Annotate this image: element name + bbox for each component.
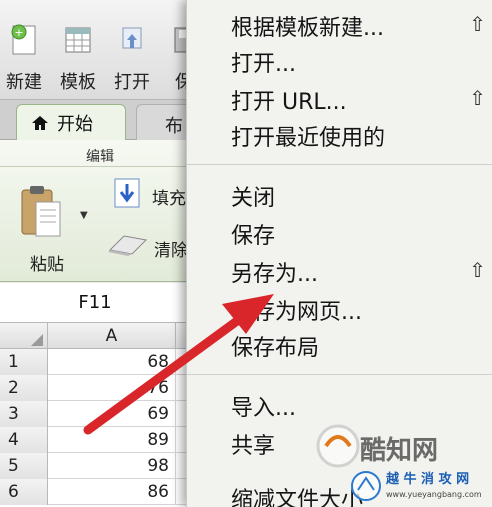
home-ribbon: 编辑 ▼ 粘贴 填充 清除	[0, 140, 200, 282]
edit-group-label: 编辑	[86, 149, 114, 165]
clear-label[interactable]: 清除	[154, 236, 188, 261]
paste-label: 粘贴	[30, 255, 64, 275]
template-button[interactable]: 模板	[56, 22, 100, 94]
select-all-corner[interactable]	[0, 323, 48, 349]
table-row: 2 76	[0, 375, 200, 401]
excel-window: + 新建 模板 打开 保 开始 布 编辑 ▼ 粘贴 填充 清除 F11 A 1 …	[0, 0, 200, 507]
spreadsheet-grid: A 1 68 2 76 3 69 4 89 5 98 6 86	[0, 323, 200, 507]
shift-shortcut-icon: ⇧	[469, 86, 486, 110]
menu-item-label: 导入...	[231, 396, 296, 421]
menu-item-label: 打开最近使用的	[231, 126, 386, 151]
paste-dropdown-icon[interactable]: ▼	[80, 210, 88, 221]
menu-item-share[interactable]: 共享	[231, 428, 275, 460]
file-menu: 根据模板新建... ⇧ 打开... 打开 URL... ⇧ 打开最近使用的 关闭…	[186, 0, 492, 507]
cell[interactable]: 76	[48, 375, 176, 401]
new-document-icon: +	[11, 24, 36, 55]
cell[interactable]: 69	[48, 401, 176, 427]
row-header[interactable]: 1	[0, 349, 48, 375]
fill-label[interactable]: 填充	[152, 184, 186, 209]
standard-toolbar: + 新建 模板 打开 保	[0, 0, 200, 100]
ribbon-tab-bar: 开始 布	[0, 100, 200, 140]
row-header[interactable]: 2	[0, 375, 48, 401]
menu-item-label: 根据模板新建...	[231, 16, 384, 41]
cell[interactable]: 89	[48, 427, 176, 453]
menu-item-new-from-template[interactable]: 根据模板新建...	[231, 10, 384, 42]
table-row: 1 68	[0, 349, 200, 375]
paste-clipboard-icon[interactable]	[16, 182, 64, 242]
menu-separator	[187, 374, 492, 375]
row-header[interactable]: 5	[0, 453, 48, 479]
column-header-row: A	[0, 323, 200, 349]
menu-item-close[interactable]: 关闭	[231, 180, 275, 212]
menu-item-label: 缩减文件大小	[231, 488, 364, 507]
menu-item-save-as[interactable]: 另存为...	[231, 256, 318, 288]
menu-item-open-url[interactable]: 打开 URL...	[231, 84, 347, 116]
template-label: 模板	[60, 72, 96, 93]
table-row: 6 86	[0, 479, 200, 505]
menu-item-label: 打开 URL...	[231, 90, 347, 115]
menu-item-label: 保存布局	[231, 336, 320, 361]
menu-item-reduce-file-size[interactable]: 缩减文件大小	[231, 482, 363, 507]
new-button[interactable]: + 新建	[2, 22, 46, 94]
shift-shortcut-icon: ⇧	[469, 258, 486, 282]
group-divider	[0, 166, 200, 167]
menu-item-open-recent[interactable]: 打开最近使用的	[231, 120, 385, 152]
svg-text:+: +	[14, 26, 23, 39]
cell[interactable]: 86	[48, 479, 176, 505]
tab-layout-label: 布	[165, 116, 183, 137]
row-header[interactable]: 3	[0, 401, 48, 427]
eraser-icon[interactable]	[106, 232, 150, 256]
home-icon	[32, 115, 48, 130]
menu-item-open[interactable]: 打开...	[231, 46, 296, 78]
fill-down-icon[interactable]	[114, 178, 140, 208]
name-box[interactable]: F11	[0, 283, 200, 323]
menu-item-label: 打开...	[231, 52, 296, 77]
table-row: 5 98	[0, 453, 200, 479]
row-header[interactable]: 6	[0, 479, 48, 505]
table-row: 4 89	[0, 427, 200, 453]
template-grid-icon	[65, 27, 91, 53]
menu-item-label: 另存为...	[231, 262, 318, 287]
open-label: 打开	[114, 72, 150, 93]
menu-separator	[187, 164, 492, 165]
open-folder-icon	[122, 27, 142, 49]
cell[interactable]: 68	[48, 349, 176, 375]
row-header[interactable]: 4	[0, 427, 48, 453]
menu-item-label: 共享	[231, 434, 276, 459]
table-row: 3 69	[0, 401, 200, 427]
menu-item-save-as-webpage[interactable]: 另存为网页...	[231, 294, 362, 326]
menu-item-save[interactable]: 保存	[231, 218, 275, 250]
menu-item-label: 关闭	[231, 186, 276, 211]
new-label: 新建	[6, 72, 42, 93]
column-header-a[interactable]: A	[48, 323, 176, 349]
shift-shortcut-icon: ⇧	[469, 12, 486, 36]
tab-home[interactable]: 开始	[16, 104, 126, 140]
cell[interactable]: 98	[48, 453, 176, 479]
menu-item-label: 保存	[231, 224, 276, 249]
menu-item-label: 另存为网页...	[231, 300, 362, 325]
menu-item-save-layout[interactable]: 保存布局	[231, 330, 319, 362]
menu-item-import[interactable]: 导入...	[231, 390, 296, 422]
open-button[interactable]: 打开	[110, 22, 154, 94]
tab-home-label: 开始	[57, 113, 93, 135]
